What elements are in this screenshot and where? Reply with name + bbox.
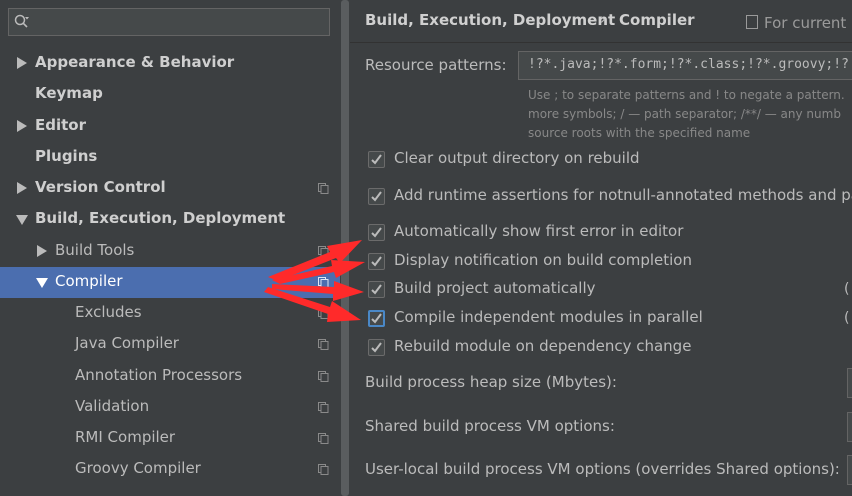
checkbox-label: Clear output directory on rebuild <box>394 149 640 167</box>
sidebar-item-label: Appearance & Behavior <box>35 53 235 71</box>
project-settings-icon <box>318 339 329 350</box>
resource-patterns-hint-3: source roots with the specified name <box>528 126 751 140</box>
expand-arrow-icon[interactable] <box>17 182 27 194</box>
compiler-settings-panel: Build, Execution, Deployment › Compiler … <box>350 0 852 496</box>
scope-indicator: For current <box>746 14 846 32</box>
project-settings-icon <box>318 183 329 194</box>
compile-parallel-note: ( <box>844 310 850 326</box>
sidebar-item-plugins[interactable]: Plugins <box>0 142 340 173</box>
sidebar-item-label: Annotation Processors <box>75 366 243 384</box>
heap-size-label: Build process heap size (Mbytes): <box>365 373 617 391</box>
resource-patterns-label: Resource patterns: <box>365 56 507 74</box>
clear-output-checkbox[interactable] <box>368 151 385 168</box>
expand-arrow-icon[interactable] <box>37 245 47 257</box>
sidebar-item-appearance[interactable]: Appearance & Behavior <box>0 48 340 79</box>
breadcrumb-current: Compiler <box>619 11 695 29</box>
build-automatically-checkbox[interactable] <box>368 281 385 298</box>
sidebar-item-keymap[interactable]: Keymap <box>0 79 340 110</box>
project-settings-icon <box>318 277 329 288</box>
sidebar-item-annotation-processors[interactable]: Annotation Processors <box>0 361 340 392</box>
resource-patterns-input[interactable]: !?*.java;!?*.form;!?*.class;!?*.groovy;!… <box>518 51 852 80</box>
show-first-error-option[interactable]: Automatically show first error in editor <box>368 222 852 246</box>
project-icon <box>746 15 758 29</box>
build-automatically-option[interactable]: Build project automatically <box>368 279 852 303</box>
show-first-error-checkbox[interactable] <box>368 224 385 241</box>
sidebar-item-label: Compiler <box>55 272 123 290</box>
shared-vm-options-input[interactable] <box>847 412 852 442</box>
shared-vm-options-label: Shared build process VM options: <box>365 417 615 435</box>
sidebar-item-label: Editor <box>35 116 86 134</box>
checkbox-label: Automatically show first error in editor <box>394 222 684 240</box>
sidebar-item-rmi-compiler[interactable]: RMI Compiler <box>0 423 340 454</box>
rebuild-module-option[interactable]: Rebuild module on dependency change <box>368 337 852 361</box>
project-settings-icon <box>318 402 329 413</box>
sidebar-item-label: Groovy Compiler <box>75 459 201 477</box>
sidebar-item-excludes[interactable]: Excludes <box>0 298 340 329</box>
sidebar-item-label: Build Tools <box>55 241 135 259</box>
search-input[interactable] <box>8 8 330 36</box>
project-settings-icon <box>318 246 329 257</box>
expand-arrow-icon[interactable] <box>17 57 27 69</box>
sidebar-item-label: Version Control <box>35 178 166 196</box>
display-notification-checkbox[interactable] <box>368 253 385 270</box>
rebuild-module-checkbox[interactable] <box>368 339 385 356</box>
heap-size-input[interactable] <box>847 368 852 398</box>
sidebar-item-java-compiler[interactable]: Java Compiler <box>0 329 340 360</box>
settings-sidebar: Appearance & Behavior Keymap Editor Plug… <box>0 0 340 496</box>
search-icon <box>14 14 29 28</box>
sidebar-item-build-execution-deployment[interactable]: Build, Execution, Deployment <box>0 204 340 235</box>
checkbox-label: Build project automatically <box>394 279 596 297</box>
sidebar-item-label: RMI Compiler <box>75 428 176 446</box>
clear-output-option[interactable]: Clear output directory on rebuild <box>368 149 852 173</box>
breadcrumb-separator: › <box>600 10 606 28</box>
breadcrumb-parent[interactable]: Build, Execution, Deployment <box>365 11 615 29</box>
sidebar-item-compiler[interactable]: Compiler <box>0 267 340 298</box>
checkbox-label: Rebuild module on dependency change <box>394 337 692 355</box>
checkbox-label: Display notification on build completion <box>394 251 692 269</box>
project-settings-icon <box>318 433 329 444</box>
compile-parallel-checkbox[interactable] <box>368 310 385 327</box>
checkbox-label: Compile independent modules in parallel <box>394 308 703 326</box>
settings-dialog: Appearance & Behavior Keymap Editor Plug… <box>0 0 852 496</box>
sidebar-item-editor[interactable]: Editor <box>0 111 340 142</box>
header-divider <box>350 42 852 43</box>
expand-arrow-icon[interactable] <box>17 120 27 132</box>
sidebar-item-version-control[interactable]: Version Control <box>0 173 340 204</box>
user-vm-options-input[interactable] <box>847 455 852 485</box>
scope-label: For current <box>764 14 847 32</box>
project-settings-icon <box>318 308 329 319</box>
sidebar-item-groovy-compiler[interactable]: Groovy Compiler <box>0 454 340 485</box>
runtime-assertions-option[interactable]: Add runtime assertions for notnull-annot… <box>368 186 852 210</box>
project-settings-icon <box>318 371 329 382</box>
checkbox-label: Add runtime assertions for notnull-annot… <box>394 186 852 204</box>
resource-patterns-hint-1: Use ; to separate patterns and ! to nega… <box>528 88 845 102</box>
collapse-arrow-icon[interactable] <box>36 278 48 288</box>
sidebar-item-build-tools[interactable]: Build Tools <box>0 236 340 267</box>
sidebar-item-label: Java Compiler <box>75 334 179 352</box>
sidebar-item-label: Validation <box>75 397 150 415</box>
user-vm-options-label: User-local build process VM options (ove… <box>365 460 840 478</box>
display-notification-option[interactable]: Display notification on build completion <box>368 251 852 275</box>
sidebar-item-validation[interactable]: Validation <box>0 392 340 423</box>
scrollbar-thumb[interactable] <box>341 0 349 496</box>
compile-parallel-option[interactable]: Compile independent modules in parallel <box>368 308 852 332</box>
build-automatically-note: ( <box>844 281 850 297</box>
sidebar-item-label: Keymap <box>35 84 103 102</box>
project-settings-icon <box>318 464 329 475</box>
runtime-assertions-checkbox[interactable] <box>368 188 385 205</box>
sidebar-item-label: Build, Execution, Deployment <box>35 209 286 227</box>
sidebar-item-label: Plugins <box>35 147 98 165</box>
sidebar-scrollbar[interactable] <box>340 0 350 496</box>
resource-patterns-hint-2: more symbols; / — path separator; /**/ —… <box>528 107 841 121</box>
sidebar-item-label: Excludes <box>75 303 142 321</box>
collapse-arrow-icon[interactable] <box>16 215 28 225</box>
